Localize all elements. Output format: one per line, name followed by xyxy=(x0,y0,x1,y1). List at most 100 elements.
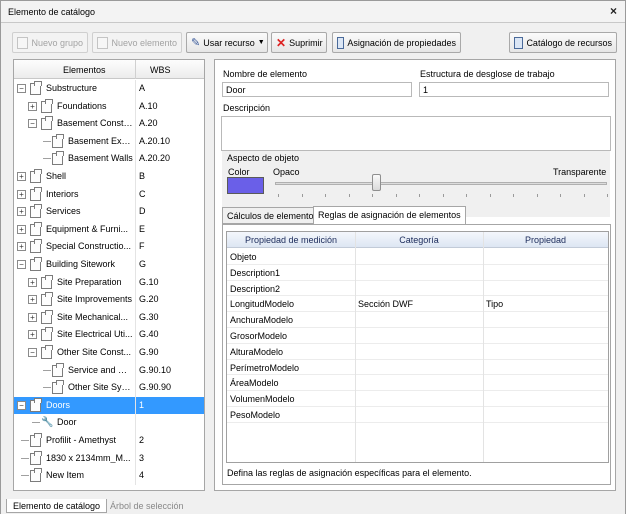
tree-row-label: New Item xyxy=(46,470,85,481)
expand-icon[interactable]: + xyxy=(17,207,26,217)
tree-row[interactable]: + Site Improvements G.20 xyxy=(14,291,204,309)
transparency-slider[interactable] xyxy=(275,182,607,185)
tree-row-label: Door xyxy=(57,417,77,428)
grid-row[interactable]: GrosorModelo xyxy=(227,328,608,344)
grid-header-measure[interactable]: Propiedad de medición xyxy=(227,235,355,245)
tab-element-calculations[interactable]: Cálculos de elemento xyxy=(222,207,319,224)
tree-row[interactable]: Profilit - Amethyst 2 xyxy=(14,432,204,450)
tab-assignment-rules[interactable]: Reglas de asignación de elementos xyxy=(313,206,466,225)
element-name-input[interactable]: Door xyxy=(222,82,412,97)
tree-row-label: Interiors xyxy=(46,188,79,199)
collapse-icon[interactable]: − xyxy=(17,400,26,410)
expand-icon[interactable]: + xyxy=(28,295,37,305)
group-icon xyxy=(41,116,53,131)
resource-catalog-label: Catálogo de recursos xyxy=(526,37,612,48)
grid-header-category[interactable]: Categoría xyxy=(355,235,483,245)
tree-row[interactable]: Other Site Syst... G.90.90 xyxy=(14,379,204,397)
tree-row[interactable]: + Interiors C xyxy=(14,185,204,204)
expand-icon[interactable]: + xyxy=(28,101,37,111)
expand-icon[interactable]: + xyxy=(28,330,37,340)
tree-row[interactable]: + Site Electrical Uti... G.40 xyxy=(14,326,204,344)
tab-selection-tree[interactable]: Árbol de selección xyxy=(104,499,190,513)
tree-row-label: Foundations xyxy=(57,100,107,111)
transparent-label: Transparente xyxy=(553,167,607,177)
elements-tree[interactable]: Elementos WBS − Substructure A + Foundations… xyxy=(13,59,205,491)
new-element-icon xyxy=(97,36,109,49)
grid-row[interactable]: AnchuraModelo xyxy=(227,312,608,328)
expand-icon[interactable]: + xyxy=(28,277,37,287)
grid-row[interactable]: Description2 xyxy=(227,281,608,297)
grid-row[interactable]: Description1 xyxy=(227,265,608,281)
tree-row-label: Other Site Const... xyxy=(57,347,132,357)
collapse-icon[interactable]: − xyxy=(28,119,37,129)
tree-row[interactable]: − Other Site Const... G.90 xyxy=(14,344,204,362)
assign-properties-button[interactable]: Asignación de propiedades xyxy=(332,32,461,53)
tree-row[interactable]: 1830 x 2134mm_M... 3 xyxy=(14,449,204,468)
tree-row[interactable]: + Shell B xyxy=(14,168,204,186)
grid-cell-measure: GrosorModelo xyxy=(230,331,288,341)
new-element-button[interactable]: Nuevo elemento xyxy=(92,32,182,53)
slider-tick xyxy=(278,194,279,197)
collapse-icon[interactable]: − xyxy=(28,348,37,357)
slider-tick xyxy=(607,194,608,197)
group-icon xyxy=(30,81,42,95)
tree-row[interactable]: − Basement Constr... A.20 xyxy=(14,115,204,133)
rules-grid[interactable]: Propiedad de medición Categoría Propieda… xyxy=(226,231,609,463)
tree-row[interactable]: − Substructure A xyxy=(14,80,204,98)
grid-row[interactable]: LongitudModelo Sección DWF Tipo xyxy=(227,296,608,313)
tree-row[interactable]: + Site Preparation G.10 xyxy=(14,273,204,292)
slider-tick xyxy=(560,194,561,197)
grid-row[interactable]: VolumenModelo xyxy=(227,391,608,407)
expand-icon[interactable]: + xyxy=(28,312,37,322)
tree-row[interactable]: + Services D xyxy=(14,203,204,221)
tree-row-wbs: G.20 xyxy=(139,294,159,305)
group-icon xyxy=(30,257,42,271)
slider-tick xyxy=(325,194,326,197)
tree-row[interactable]: − Building Sitework G xyxy=(14,256,204,274)
tree-row[interactable]: Basement Exca... A.20.10 xyxy=(14,132,204,151)
tree-row[interactable]: Basement Walls A.20.20 xyxy=(14,150,204,168)
tree-row-label: 1830 x 2134mm_M... xyxy=(46,452,131,463)
col-header-elements[interactable]: Elementos xyxy=(63,65,106,75)
tab-catalog-element[interactable]: Elemento de catálogo xyxy=(6,499,108,513)
grid-row[interactable]: PesoModelo xyxy=(227,407,608,423)
delete-button[interactable]: ✕ Suprimir xyxy=(271,32,327,53)
group-icon xyxy=(41,327,53,342)
group-icon xyxy=(30,433,42,447)
grid-header-property[interactable]: Propiedad xyxy=(483,235,608,245)
group-icon xyxy=(30,169,42,183)
grid-row[interactable]: Objeto xyxy=(227,249,608,265)
tree-row[interactable]: − Doors 1 xyxy=(14,396,204,415)
tree-row[interactable]: + Foundations A.10 xyxy=(14,97,204,116)
tree-row-label: Shell xyxy=(46,171,67,181)
grid-row[interactable]: ÁreaModelo xyxy=(227,375,608,392)
wbs-input[interactable]: 1 xyxy=(419,82,609,97)
tree-row[interactable]: + Equipment & Furni... E xyxy=(14,220,204,239)
tree-row[interactable]: Service and Pe... G.90.10 xyxy=(14,361,204,380)
grid-row[interactable]: PerímetroModelo xyxy=(227,360,608,376)
grid-row[interactable]: AlturaModelo xyxy=(227,344,608,360)
tree-row-wbs: G.90.10 xyxy=(139,364,172,375)
col-header-wbs[interactable]: WBS xyxy=(150,65,171,75)
slider-thumb[interactable] xyxy=(372,174,381,191)
color-swatch[interactable] xyxy=(227,177,264,194)
tree-row[interactable]: 🔧 Door xyxy=(14,414,204,432)
new-group-button[interactable]: Nuevo grupo xyxy=(12,32,88,53)
tree-row-wbs: F xyxy=(139,241,145,252)
tree-row[interactable]: + Site Mechanical... G.30 xyxy=(14,308,204,327)
description-input[interactable] xyxy=(221,116,611,151)
collapse-icon[interactable]: − xyxy=(17,84,26,93)
expand-icon[interactable]: + xyxy=(17,224,26,234)
use-resource-button[interactable]: ✎ Usar recurso ▼ xyxy=(186,32,268,53)
object-aspect-label: Aspecto de objeto xyxy=(227,153,300,163)
expand-icon[interactable]: + xyxy=(17,172,26,181)
tree-row-label: Basement Walls xyxy=(68,153,133,164)
group-icon xyxy=(30,468,42,483)
expand-icon[interactable]: + xyxy=(17,189,26,199)
resource-catalog-button[interactable]: Catálogo de recursos xyxy=(509,32,617,53)
tree-row[interactable]: New Item 4 xyxy=(14,467,204,485)
tree-row[interactable]: + Special Constructio... F xyxy=(14,238,204,256)
expand-icon[interactable]: + xyxy=(17,242,26,252)
close-icon[interactable]: × xyxy=(610,4,617,18)
collapse-icon[interactable]: − xyxy=(17,260,26,269)
